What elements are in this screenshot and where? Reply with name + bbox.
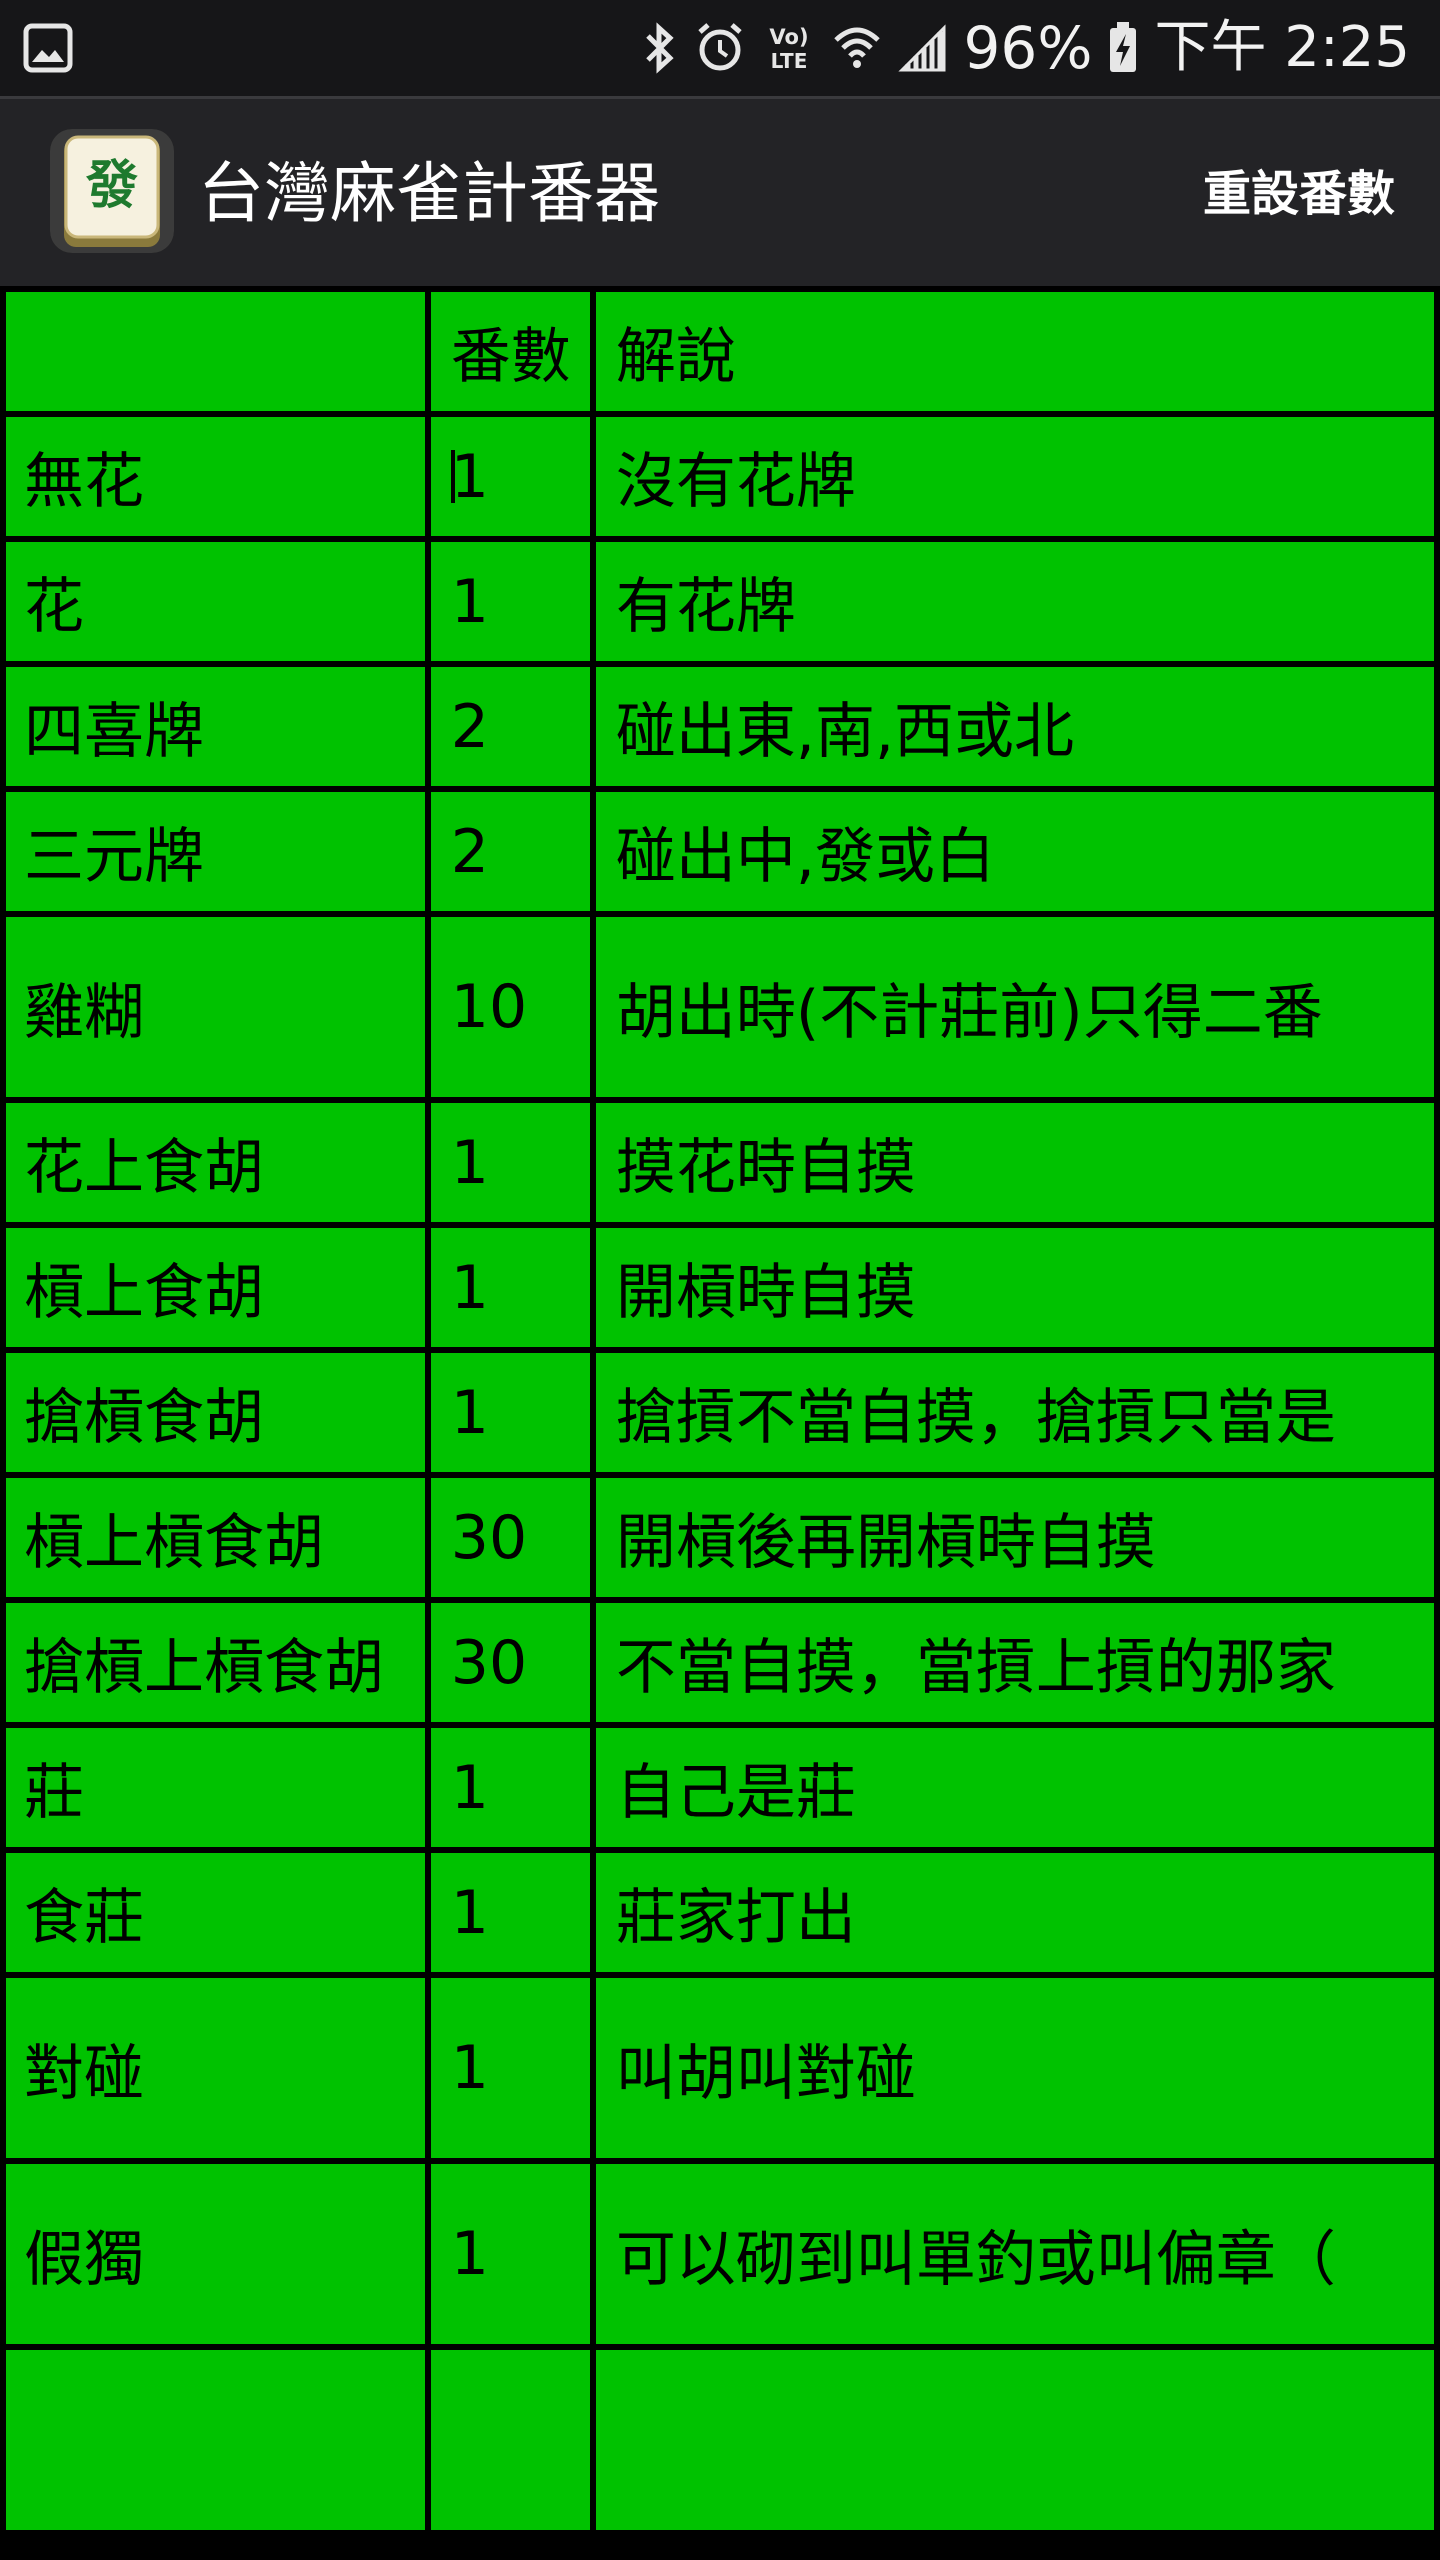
text-cursor [450, 450, 455, 503]
app-title: 台灣麻雀計番器 [198, 155, 660, 232]
mahjong-tile-graphic: 發 [50, 129, 174, 253]
row-description: 開槓時自摸 [589, 1222, 1440, 1353]
row-description: 叫胡叫對碰 [589, 1972, 1440, 2164]
row-name: 假獨 [0, 2158, 431, 2350]
fan-input[interactable]: 1 [424, 1847, 596, 1978]
table-row: 花上食胡 1 摸花時自摸 [0, 1097, 1440, 1228]
mahjong-fa-tile-icon: 發 [50, 129, 174, 253]
status-icons: Vo) LTE 96% 下午 2:25 [642, 0, 1410, 96]
fan-input[interactable]: 1 [424, 1972, 596, 2164]
table-row: 槓上槓食胡 30 開槓後再開槓時自摸 [0, 1472, 1440, 1603]
svg-text:Vo): Vo) [769, 25, 808, 49]
fan-input[interactable]: 10 [424, 911, 596, 1103]
table-row: 三元牌 2 碰出中,發或白 [0, 786, 1440, 917]
row-name: 對碰 [0, 1972, 431, 2164]
svg-text:LTE: LTE [770, 49, 807, 73]
header-name [0, 286, 431, 417]
fan-input[interactable]: 2 [424, 661, 596, 792]
fan-input[interactable]: 1 [424, 536, 596, 667]
fan-value: 1 [450, 441, 489, 512]
fan-input[interactable]: 2 [424, 786, 596, 917]
battery-charging-icon [1110, 22, 1137, 72]
fan-input[interactable]: 30 [424, 1472, 596, 1603]
fan-input[interactable]: 1 [424, 1222, 596, 1353]
fan-table-container[interactable]: 番數 解說 無花 1 沒有花牌 花 1 有花牌 四喜牌 2 碰出東,南,西或北 … [0, 286, 1440, 2560]
fan-input[interactable]: 1 [424, 1722, 596, 1853]
bluetooth-icon [645, 22, 674, 74]
reset-fan-button[interactable]: 重設番數 [1203, 99, 1395, 289]
fan-input[interactable]: 1 [424, 2158, 596, 2350]
fan-input[interactable]: 1 [424, 1097, 596, 1228]
wifi-icon [833, 27, 880, 68]
row-name: 食莊 [0, 1847, 431, 1978]
row-name: 槓上食胡 [0, 1222, 431, 1353]
row-name: 花上食胡 [0, 1097, 431, 1228]
row-description: 不當自摸，當摃上摃的那家 [589, 1597, 1440, 1728]
row-description: 沒有花牌 [589, 411, 1440, 542]
table-row: 四喜牌 2 碰出東,南,西或北 [0, 661, 1440, 792]
fan-input[interactable]: 1 [424, 1347, 596, 1478]
row-name: 花 [0, 536, 431, 667]
table-row: 雞糊 10 胡出時(不計莊前)只得二番 [0, 911, 1440, 1103]
table-header-row: 番數 解說 [0, 286, 1440, 417]
volte-icon: Vo) LTE [769, 25, 808, 73]
table-row: 莊 1 自己是莊 [0, 1722, 1440, 1853]
row-description: 自己是莊 [589, 1722, 1440, 1853]
status-time: 下午 2:25 [1154, 15, 1410, 80]
table-row: 對碰 1 叫胡叫對碰 [0, 1972, 1440, 2164]
table-row: 假獨 1 可以砌到叫單釣或叫偏章（ [0, 2158, 1440, 2350]
fan-table: 番數 解說 無花 1 沒有花牌 花 1 有花牌 四喜牌 2 碰出東,南,西或北 … [0, 286, 1440, 2536]
header-description: 解說 [589, 286, 1440, 417]
table-row: 搶槓食胡 1 搶摃不當自摸，搶摃只當是 [0, 1347, 1440, 1478]
table-row-partial [0, 2344, 1440, 2536]
fan-input[interactable]: 1 [424, 411, 596, 542]
row-name: 三元牌 [0, 786, 431, 917]
row-description: 有花牌 [589, 536, 1440, 667]
signal-icon [897, 24, 946, 72]
table-row: 食莊 1 莊家打出 [0, 1847, 1440, 1978]
row-description: 碰出中,發或白 [589, 786, 1440, 917]
row-name: 無花 [0, 411, 431, 542]
row-description [589, 2344, 1440, 2536]
row-name [0, 2344, 431, 2536]
fan-input[interactable] [424, 2344, 596, 2536]
gallery-icon [23, 23, 73, 73]
row-name: 槓上槓食胡 [0, 1472, 431, 1603]
alarm-icon [697, 23, 742, 71]
row-name: 四喜牌 [0, 661, 431, 792]
header-fan: 番數 [424, 286, 596, 417]
row-name: 搶槓食胡 [0, 1347, 431, 1478]
tile-glyph: 發 [85, 155, 138, 216]
row-description: 莊家打出 [589, 1847, 1440, 1978]
row-description: 碰出東,南,西或北 [589, 661, 1440, 792]
battery-percent: 96% [963, 14, 1093, 82]
action-bar: 發 台灣麻雀計番器 重設番數 [0, 96, 1440, 286]
row-description: 胡出時(不計莊前)只得二番 [589, 911, 1440, 1103]
fan-input[interactable]: 30 [424, 1597, 596, 1728]
row-description: 搶摃不當自摸，搶摃只當是 [589, 1347, 1440, 1478]
status-bar: Vo) LTE 96% 下午 2:25 [0, 0, 1440, 96]
table-row: 搶槓上槓食胡 30 不當自摸，當摃上摃的那家 [0, 1597, 1440, 1728]
row-name: 莊 [0, 1722, 431, 1853]
row-description: 摸花時自摸 [589, 1097, 1440, 1228]
row-description: 可以砌到叫單釣或叫偏章（ [589, 2158, 1440, 2350]
table-row: 花 1 有花牌 [0, 536, 1440, 667]
table-row: 無花 1 沒有花牌 [0, 411, 1440, 542]
row-description: 開槓後再開槓時自摸 [589, 1472, 1440, 1603]
row-name: 雞糊 [0, 911, 431, 1103]
table-row: 槓上食胡 1 開槓時自摸 [0, 1222, 1440, 1353]
row-name: 搶槓上槓食胡 [0, 1597, 431, 1728]
